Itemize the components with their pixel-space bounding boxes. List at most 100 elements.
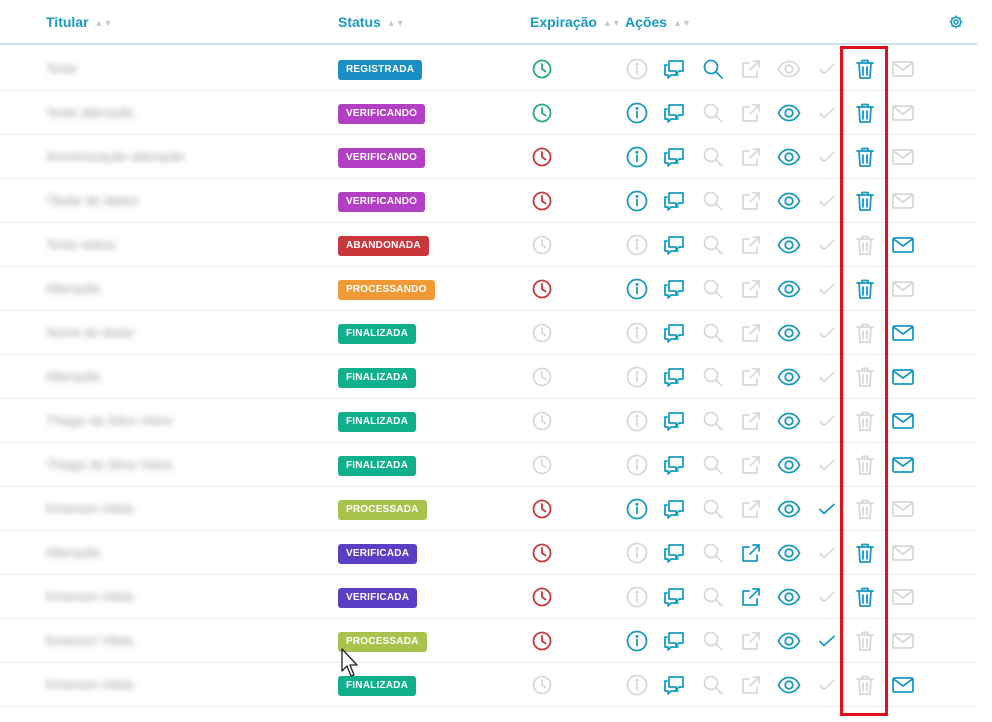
column-header-titular[interactable]: Titular ▲▼ (46, 14, 112, 30)
chat-icon[interactable] (663, 321, 687, 345)
search-icon (701, 189, 725, 213)
check-icon[interactable] (815, 497, 839, 521)
status-badge: FINALIZADA (338, 412, 416, 432)
clock-icon (530, 321, 554, 345)
external-link-icon (739, 101, 763, 125)
eye-icon[interactable] (777, 585, 801, 609)
trash-icon[interactable] (853, 145, 877, 169)
external-link-icon (739, 321, 763, 345)
mail-icon (891, 629, 915, 653)
search-icon (701, 277, 725, 301)
clock-icon (530, 585, 554, 609)
column-label: Status (338, 14, 381, 30)
table-row: Nome do titular FINALIZADA (0, 311, 977, 355)
check-icon[interactable] (815, 629, 839, 653)
chat-icon[interactable] (663, 673, 687, 697)
mail-icon[interactable] (891, 453, 915, 477)
clock-icon (530, 189, 554, 213)
clock-icon (530, 453, 554, 477)
eye-icon[interactable] (777, 321, 801, 345)
eye-icon[interactable] (777, 189, 801, 213)
titular-cell: Thiago da Silva Vieira (20, 443, 220, 486)
info-icon[interactable] (625, 277, 649, 301)
eye-icon[interactable] (777, 145, 801, 169)
eye-icon[interactable] (777, 453, 801, 477)
check-icon (815, 673, 839, 697)
info-icon[interactable] (625, 189, 649, 213)
info-icon (625, 409, 649, 433)
column-header-status[interactable]: Status ▲▼ (338, 14, 405, 30)
requests-table: Titular ▲▼ Status ▲▼ Expiração ▲▼ Ações ▲▼ T… (0, 0, 977, 722)
titular-name: Emerson Vilela (46, 633, 134, 648)
check-icon (815, 453, 839, 477)
gear-icon[interactable] (948, 14, 964, 30)
eye-icon[interactable] (777, 497, 801, 521)
status-badge: REGISTRADA (338, 60, 423, 80)
trash-icon[interactable] (853, 189, 877, 213)
trash-icon[interactable] (853, 57, 877, 81)
search-icon (701, 585, 725, 609)
info-icon[interactable] (625, 497, 649, 521)
chat-icon[interactable] (663, 629, 687, 653)
titular-cell: Emerson Vilela (20, 575, 220, 618)
table-header: Titular ▲▼ Status ▲▼ Expiração ▲▼ Ações ▲▼ (0, 0, 977, 45)
mail-icon (891, 497, 915, 521)
mail-icon[interactable] (891, 365, 915, 389)
chat-icon[interactable] (663, 145, 687, 169)
table-row: Teste alteração VERIFICANDO (0, 91, 977, 135)
eye-icon[interactable] (777, 629, 801, 653)
search-icon (701, 497, 725, 521)
titular-name: Teste (46, 61, 78, 76)
mail-icon (891, 277, 915, 301)
trash-icon[interactable] (853, 541, 877, 565)
search-icon (701, 409, 725, 433)
chat-icon[interactable] (663, 585, 687, 609)
column-header-acoes[interactable]: Ações ▲▼ (625, 14, 691, 30)
search-icon[interactable] (701, 57, 725, 81)
chat-icon[interactable] (663, 233, 687, 257)
info-icon (625, 585, 649, 609)
clock-icon (530, 57, 554, 81)
chat-icon[interactable] (663, 453, 687, 477)
trash-icon[interactable] (853, 101, 877, 125)
chat-icon[interactable] (663, 409, 687, 433)
status-badge: VERIFICADA (338, 544, 418, 564)
trash-icon[interactable] (853, 277, 877, 301)
mail-icon[interactable] (891, 321, 915, 345)
check-icon (815, 233, 839, 257)
eye-icon[interactable] (777, 365, 801, 389)
info-icon[interactable] (625, 629, 649, 653)
mail-icon[interactable] (891, 233, 915, 257)
external-link-icon (739, 453, 763, 477)
chat-icon[interactable] (663, 101, 687, 125)
eye-icon[interactable] (777, 101, 801, 125)
external-link-icon[interactable] (739, 541, 763, 565)
search-icon (701, 233, 725, 257)
eye-icon[interactable] (777, 409, 801, 433)
check-icon (815, 277, 839, 301)
column-header-expiracao[interactable]: Expiração ▲▼ (530, 14, 621, 30)
mail-icon[interactable] (891, 409, 915, 433)
titular-name: Nome do titular (46, 325, 135, 340)
info-icon[interactable] (625, 145, 649, 169)
eye-icon[interactable] (777, 673, 801, 697)
chat-icon[interactable] (663, 189, 687, 213)
chat-icon[interactable] (663, 57, 687, 81)
mail-icon[interactable] (891, 673, 915, 697)
eye-icon[interactable] (777, 541, 801, 565)
external-link-icon[interactable] (739, 585, 763, 609)
mail-icon (891, 189, 915, 213)
trash-icon[interactable] (853, 585, 877, 609)
chat-icon[interactable] (663, 541, 687, 565)
external-link-icon (739, 145, 763, 169)
eye-icon[interactable] (777, 233, 801, 257)
chat-icon[interactable] (663, 277, 687, 301)
check-icon (815, 101, 839, 125)
chat-icon[interactable] (663, 497, 687, 521)
clock-icon (530, 541, 554, 565)
chat-icon[interactable] (663, 365, 687, 389)
info-icon[interactable] (625, 101, 649, 125)
eye-icon[interactable] (777, 277, 801, 301)
clock-icon (530, 101, 554, 125)
titular-cell: Alteração (20, 531, 220, 574)
